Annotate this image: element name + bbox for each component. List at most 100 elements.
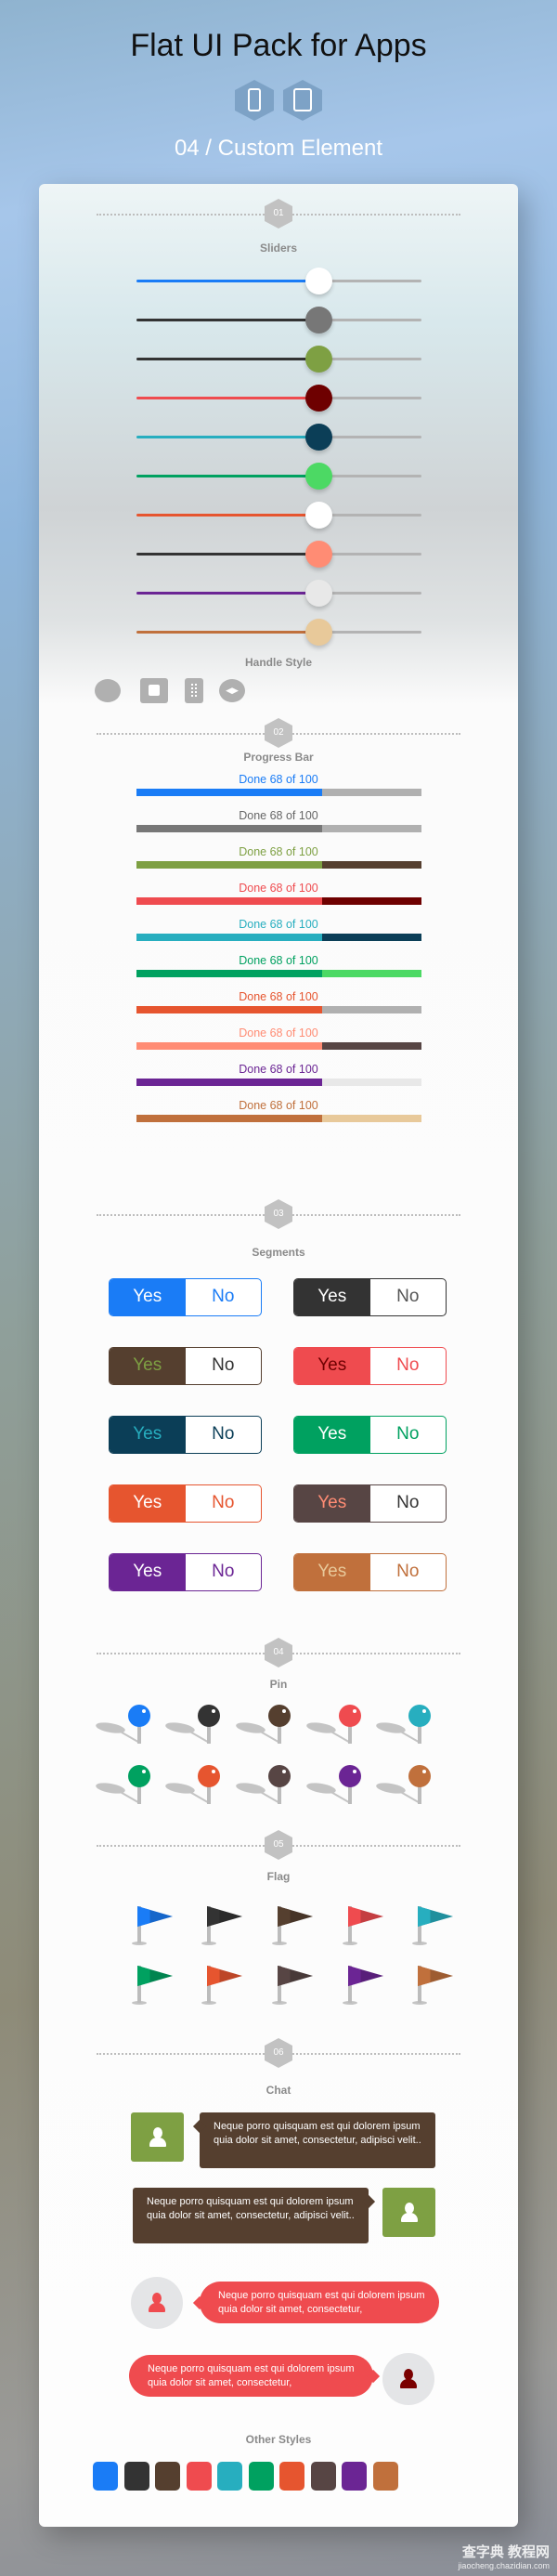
slider-track-fill <box>136 319 319 321</box>
segmented-control[interactable]: Yes No <box>293 1347 447 1385</box>
color-swatch[interactable] <box>279 2462 304 2491</box>
segment-no[interactable]: No <box>370 1417 447 1453</box>
user-icon-head <box>404 2202 414 2214</box>
chat-text: Neque porro quisquam est qui dolorem ips… <box>218 2290 425 2315</box>
segmented-control[interactable]: Yes No <box>109 1553 262 1591</box>
segmented-control[interactable]: Yes No <box>293 1416 447 1454</box>
segment-yes[interactable]: Yes <box>294 1279 370 1315</box>
segmented-control[interactable]: Yes No <box>109 1416 262 1454</box>
color-swatch[interactable] <box>186 2462 212 2491</box>
segment-yes[interactable]: Yes <box>110 1279 186 1315</box>
handle-style-circle[interactable] <box>95 679 121 702</box>
segment-yes[interactable]: Yes <box>294 1485 370 1522</box>
progress-label: Done 68 of 100 <box>239 1026 318 1040</box>
segmented-control[interactable]: Yes No <box>293 1484 447 1523</box>
pin-head <box>408 1765 431 1787</box>
color-swatch[interactable] <box>342 2462 367 2491</box>
color-swatch[interactable] <box>372 2462 398 2491</box>
color-swatch[interactable] <box>217 2462 242 2491</box>
color-swatch[interactable] <box>310 2462 336 2491</box>
slider-track-fill <box>136 436 319 438</box>
progress-fill <box>136 789 323 796</box>
segmented-control[interactable]: Yes No <box>293 1553 447 1591</box>
progress-fill <box>136 1042 323 1050</box>
pin-stem <box>418 1725 421 1744</box>
slider-handle[interactable] <box>305 580 333 607</box>
slider-track-remaining <box>318 280 421 282</box>
user-icon <box>400 2202 418 2223</box>
slider-handle[interactable] <box>305 424 333 451</box>
segment-no[interactable]: No <box>370 1485 447 1522</box>
progress-bar <box>136 1042 421 1050</box>
avatar[interactable] <box>382 2353 434 2405</box>
segmented-control[interactable]: Yes No <box>293 1278 447 1316</box>
progress-bar <box>136 934 421 941</box>
segment-yes[interactable]: Yes <box>294 1417 370 1453</box>
avatar[interactable] <box>131 2277 183 2329</box>
progress-label: Done 68 of 100 <box>239 1063 318 1076</box>
handle-style-grip[interactable] <box>185 678 203 703</box>
slider-handle[interactable] <box>305 307 333 333</box>
pin-head <box>128 1705 150 1727</box>
slider-track-fill <box>136 358 319 360</box>
segment-yes[interactable]: Yes <box>110 1485 186 1522</box>
segment-no[interactable]: No <box>186 1554 262 1590</box>
handle-style-arrows[interactable]: ◀▶ <box>219 679 245 702</box>
progress-fill <box>136 1115 323 1122</box>
progress-fill <box>136 1079 323 1086</box>
segment-no[interactable]: No <box>186 1348 262 1384</box>
segment-yes[interactable]: Yes <box>110 1348 186 1384</box>
segment-no[interactable]: No <box>370 1279 447 1315</box>
segmented-control[interactable]: Yes No <box>109 1278 262 1316</box>
slider-track-fill <box>136 397 319 399</box>
progress-label: Done 68 of 100 <box>239 990 318 1003</box>
user-icon <box>149 2293 165 2313</box>
watermark-line2: jiaocheng.chazidian.com <box>458 2561 550 2570</box>
section-number-badge: 01 <box>265 199 292 229</box>
color-swatch[interactable] <box>123 2462 149 2491</box>
watermark: 查字典 教程网 jiaocheng.chazidian.com <box>458 2542 550 2570</box>
color-swatch[interactable] <box>93 2462 118 2491</box>
slider-handle[interactable] <box>305 346 333 373</box>
color-swatch[interactable] <box>155 2462 180 2491</box>
flag-cloth <box>137 1906 173 1927</box>
segmented-control[interactable]: Yes No <box>109 1484 262 1523</box>
segment-yes[interactable]: Yes <box>294 1348 370 1384</box>
user-icon-body <box>400 2379 417 2388</box>
color-swatch[interactable] <box>248 2462 274 2491</box>
avatar[interactable] <box>131 2112 184 2162</box>
slider-handle[interactable] <box>305 619 333 646</box>
segment-no[interactable]: No <box>370 1554 447 1590</box>
progress-label: Done 68 of 100 <box>239 882 318 895</box>
bubble-tail <box>361 2194 376 2209</box>
flag-cloth <box>207 1906 242 1927</box>
user-icon-body <box>149 2303 165 2312</box>
segmented-control[interactable]: Yes No <box>109 1347 262 1385</box>
grip-dot-icon <box>191 687 193 689</box>
slider-handle[interactable] <box>305 385 333 412</box>
avatar[interactable] <box>382 2188 435 2237</box>
slider-handle[interactable] <box>305 541 333 568</box>
bubble-tail <box>192 2295 207 2310</box>
user-icon-body <box>149 2137 166 2147</box>
grip-dot-icon <box>191 695 193 697</box>
slider-handle[interactable] <box>305 268 333 294</box>
handle-style-square[interactable] <box>140 678 168 703</box>
segment-no[interactable]: No <box>370 1348 447 1384</box>
pin-head <box>339 1705 361 1727</box>
segment-yes[interactable]: Yes <box>110 1417 186 1453</box>
segment-no[interactable]: No <box>186 1485 262 1522</box>
progress-fill <box>136 1006 323 1013</box>
slider-handle[interactable] <box>305 463 333 490</box>
section-number-badge: 04 <box>265 1638 292 1667</box>
grip-dot-icon <box>195 687 197 689</box>
segment-yes[interactable]: Yes <box>110 1554 186 1590</box>
segment-yes[interactable]: Yes <box>294 1554 370 1590</box>
slider-track-remaining <box>318 358 421 360</box>
pin-head <box>268 1705 291 1727</box>
segment-no[interactable]: No <box>186 1279 262 1315</box>
segment-no[interactable]: No <box>186 1417 262 1453</box>
slider-handle[interactable] <box>305 502 333 529</box>
pin-stem <box>278 1725 281 1744</box>
progress-bar <box>136 789 421 796</box>
